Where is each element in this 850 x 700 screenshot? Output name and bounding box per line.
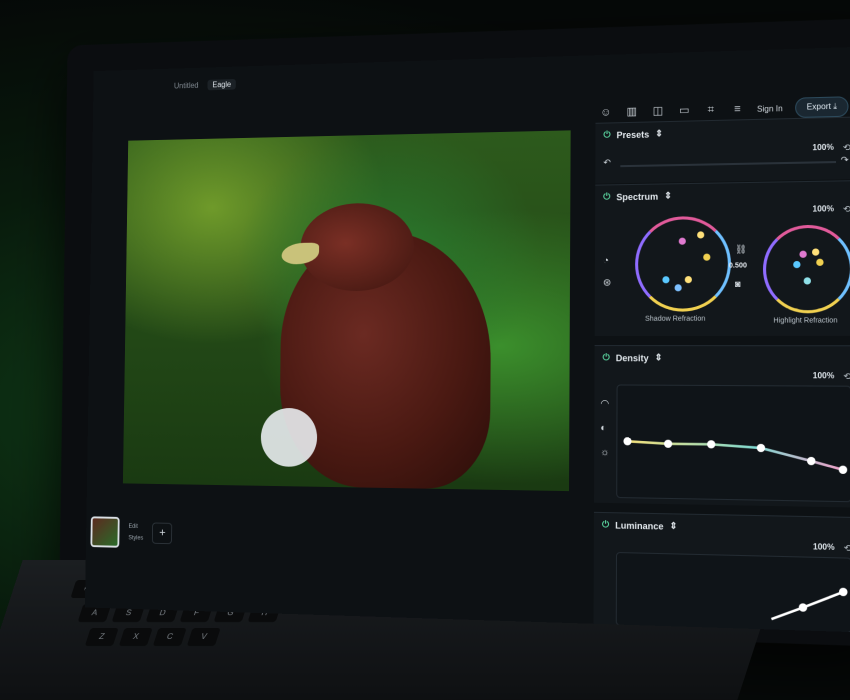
chevron-icon[interactable]: ⇕ (664, 190, 672, 201)
power-icon[interactable]: ⏻ (602, 519, 609, 530)
undo-icon[interactable]: ↶ (603, 157, 611, 168)
luminance-curve-graph[interactable] (615, 551, 850, 633)
luminance-curve (617, 553, 850, 632)
spectrum-panel: ⏻ Spectrum ⇕ 100% ⟲ ◔ ⊛ Shadow Refractio… (594, 180, 850, 336)
wheel-point[interactable] (674, 284, 682, 292)
aperture-icon[interactable]: ⊛ (603, 278, 611, 289)
thumbnail-labels: Edit Styles (128, 521, 143, 544)
power-icon[interactable]: ⏻ (603, 191, 610, 202)
density-title: Density (615, 352, 649, 363)
crop-icon[interactable]: ⌗ (704, 103, 718, 117)
spectrum-percent[interactable]: 100% (812, 204, 834, 214)
wheel-point[interactable] (697, 231, 705, 239)
redo-icon[interactable]: ↷ (841, 155, 849, 166)
sun-icon[interactable]: ☼ (600, 447, 609, 458)
density-header: ⏻ Density ⇕ (595, 346, 850, 370)
density-curve (617, 385, 850, 501)
wheel-point[interactable] (662, 276, 670, 284)
edit-label[interactable]: Edit (128, 521, 143, 533)
gauge-icon[interactable]: ◠ (600, 399, 609, 410)
tab-untitled[interactable]: Untitled (174, 81, 199, 90)
chevron-icon[interactable]: ⇕ (655, 352, 663, 363)
luminance-panel: ⏻ Luminance ⇕ 100% ⟲ (593, 511, 850, 633)
shadow-refraction-label: Shadow Refraction (645, 315, 706, 323)
keyboard-key: X (118, 628, 153, 646)
luminance-header: ⏻ Luminance ⇕ (594, 513, 850, 542)
wheel-point[interactable] (703, 253, 711, 261)
camera-icon[interactable]: ◙ (735, 279, 741, 289)
tab-bar: Untitled Eagle (174, 79, 243, 91)
half-moon-icon[interactable]: ◐ (600, 423, 606, 434)
reset-icon[interactable]: ⟲ (844, 543, 850, 555)
presets-panel: ⏻ Presets ⇕ 100% ⟲ ↶ ↷ (595, 116, 850, 184)
wheel-point[interactable] (678, 237, 686, 245)
luminance-percent[interactable]: 100% (813, 542, 835, 552)
wheel-point[interactable] (799, 250, 807, 258)
link-icon[interactable]: ⛓ (735, 244, 747, 255)
menu-icon[interactable]: ≡ (730, 102, 744, 117)
presets-title: Presets (616, 129, 650, 140)
spectrum-title: Spectrum (616, 191, 659, 202)
keyboard-key: C (152, 628, 187, 646)
download-icon: ⤓ (833, 101, 837, 111)
photo-canvas[interactable] (122, 130, 571, 492)
wheel-point[interactable] (803, 277, 811, 285)
shadow-wheel[interactable] (634, 215, 731, 312)
photo-thumbnail[interactable] (90, 516, 120, 548)
columns-icon[interactable]: ▥ (625, 105, 639, 119)
wheel-point[interactable] (684, 276, 692, 284)
wheel-point[interactable] (793, 260, 801, 269)
tab-eagle[interactable]: Eagle (207, 79, 236, 91)
presets-percent[interactable]: 100% (812, 143, 833, 153)
reset-icon[interactable]: ⟲ (843, 371, 850, 382)
wheel-point[interactable] (811, 248, 820, 256)
keyboard-key: V (186, 628, 221, 646)
wheel-point[interactable] (816, 258, 824, 266)
presets-slider[interactable] (620, 161, 837, 168)
keyboard-key: Z (84, 628, 119, 646)
highlight-wheel[interactable] (762, 224, 850, 314)
styles-label[interactable]: Styles (128, 533, 143, 545)
filmstrip: Edit Styles + (90, 516, 173, 549)
app-screen: Untitled Eagle ☺ ▥ ◫ ▭ ⌗ ≡ Sign In Expor… (84, 46, 850, 633)
reset-icon[interactable]: ⟲ (843, 204, 850, 215)
density-curve-graph[interactable] (616, 384, 850, 503)
density-percent[interactable]: 100% (813, 371, 835, 380)
reset-icon[interactable]: ⟲ (843, 142, 850, 153)
export-label: Export (806, 101, 831, 112)
chevron-icon[interactable]: ⇕ (670, 520, 678, 531)
add-button[interactable]: + (152, 522, 173, 545)
highlight-refraction-label: Highlight Refraction (773, 317, 838, 325)
density-panel: ⏻ Density ⇕ 100% ⟲ ◠ ◐ ☼ (594, 345, 850, 508)
palette-icon[interactable]: ◔ (603, 256, 609, 267)
sign-in-link[interactable]: Sign In (757, 104, 783, 114)
power-icon[interactable]: ⏻ (603, 352, 610, 363)
link-value[interactable]: 0.500 (729, 262, 747, 269)
luminance-title: Luminance (615, 519, 664, 532)
power-icon[interactable]: ⏻ (603, 129, 610, 140)
chevron-icon[interactable]: ⇕ (655, 128, 663, 139)
smiley-icon[interactable]: ☺ (599, 105, 613, 119)
compare-icon[interactable]: ◫ (651, 104, 665, 118)
export-button[interactable]: Export ⤓ (795, 96, 849, 118)
monitor-icon[interactable]: ▭ (677, 103, 691, 117)
